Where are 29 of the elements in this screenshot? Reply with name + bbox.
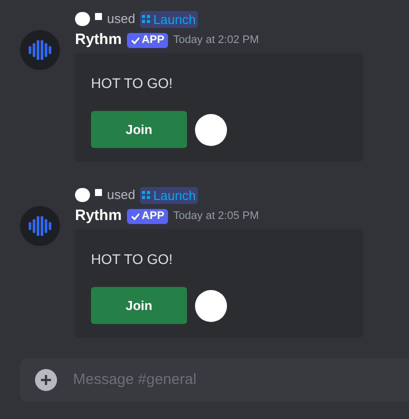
add-icon[interactable]: [35, 369, 57, 391]
app-badge: APP: [126, 32, 168, 48]
redacted-mark: [75, 12, 90, 26]
message-field[interactable]: Message #general: [73, 368, 394, 392]
grid-icon: [142, 15, 150, 23]
soundwave-avatar-icon: [20, 206, 60, 246]
author-name[interactable]: Rythm: [75, 28, 122, 52]
check-icon: [130, 36, 140, 44]
redacted-mark: [95, 13, 102, 20]
soundwave-avatar-icon: [20, 30, 60, 70]
embed-text: HOT TO GO!: [91, 250, 174, 269]
redacted-mark: [95, 189, 102, 196]
author-name[interactable]: Rythm: [75, 204, 122, 228]
used-label: used: [107, 10, 136, 28]
join-button[interactable]: Join: [91, 111, 187, 148]
used-label: used: [107, 186, 136, 204]
command-link[interactable]: Launch: [140, 186, 198, 204]
redacted-mark: [195, 114, 227, 146]
embed-text: HOT TO GO!: [91, 74, 174, 93]
redacted-mark: [195, 290, 227, 322]
redacted-mark: [75, 188, 90, 202]
grid-icon: [142, 191, 150, 199]
check-icon: [130, 212, 140, 220]
timestamp: Today at 2:02 PM: [173, 32, 259, 48]
timestamp: Today at 2:05 PM: [173, 208, 259, 224]
command-link[interactable]: Launch: [140, 10, 198, 28]
message-composer[interactable]: Message #general: [20, 358, 409, 402]
join-button[interactable]: Join: [91, 287, 187, 324]
app-badge: APP: [126, 208, 168, 224]
